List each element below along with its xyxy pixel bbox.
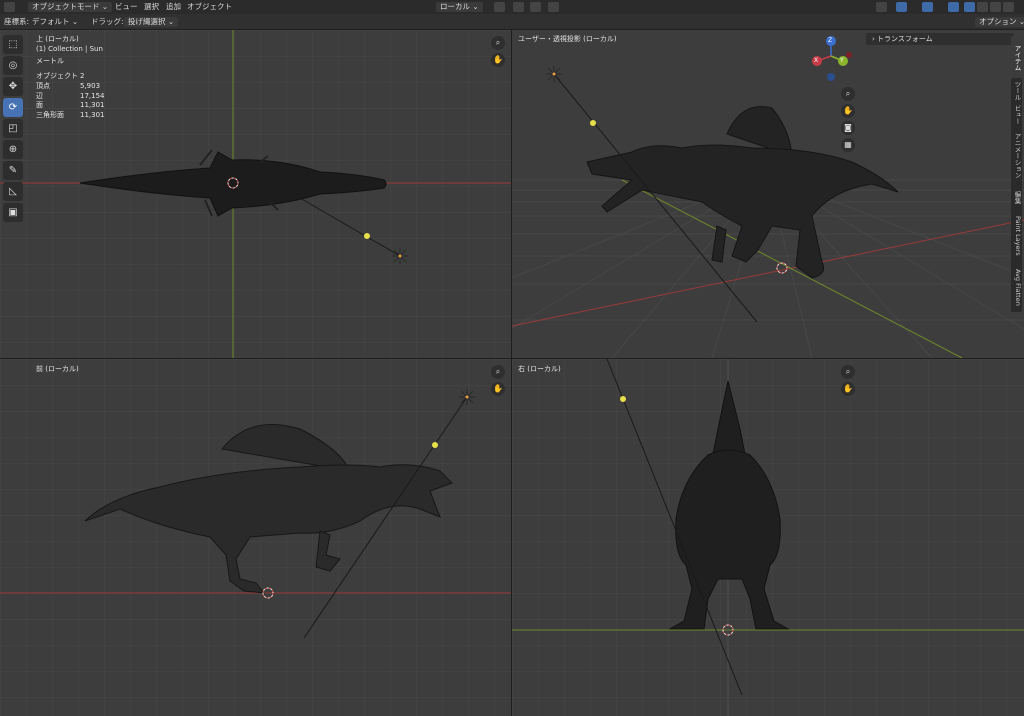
stat-row: オブジェクト 2 [36, 72, 105, 82]
viewport-top[interactable]: 上 (ローカル) (1) Collection | Sun メートル オブジェク… [0, 30, 511, 358]
header-bar: オブジェクトモード ⌄ ビュー 選択 追加 オブジェクト ローカル ⌄ [0, 0, 1024, 15]
transform-panel-header[interactable]: › トランスフォーム [866, 33, 1014, 45]
viewport-user[interactable]: ユーザー・透視投影 (ローカル) Z X Y ⌕ ✋ ◙ ▦ [512, 30, 1024, 358]
scale-tool-icon[interactable]: ◰ [3, 119, 23, 138]
tool-settings-bar: 座標系: デフォルト ⌄ ドラッグ: 投げ縄選択 ⌄ オプション ⌄ [0, 14, 1024, 30]
light-handle-dot [432, 442, 438, 448]
options-label: オプション [979, 17, 1017, 26]
hand-pan-icon[interactable]: ✋ [841, 104, 855, 118]
sidebar-tab-view[interactable]: ビュー [1011, 102, 1022, 128]
stat-label: 頂点 [36, 81, 50, 90]
stat-row: 三角形面 11,301 [36, 111, 105, 121]
gizmo-y-label: Y [840, 57, 844, 64]
gizmo-toggle-icon[interactable] [896, 2, 907, 12]
stat-label: 辺 [36, 91, 43, 100]
viewport-front-title: 前 (ローカル) [36, 365, 79, 373]
stat-row: 頂点 5,903 [36, 82, 105, 92]
pivot-icon[interactable] [494, 2, 505, 12]
vertical-divider[interactable] [511, 30, 512, 716]
options-dropdown[interactable]: オプション ⌄ [975, 17, 1024, 27]
camera-view-icon[interactable]: ◙ [841, 121, 855, 135]
stat-value: 11,301 [80, 101, 105, 110]
select-tool-icon[interactable]: ⬚ [3, 35, 23, 54]
transform-orientation-dropdown[interactable]: ローカル ⌄ [436, 2, 483, 12]
sidebar-tab-item[interactable]: アイテム [1011, 36, 1022, 80]
snap-icon[interactable] [513, 2, 524, 12]
object-mode-dropdown[interactable]: オブジェクトモード ⌄ [28, 2, 113, 12]
light-handle-dot [364, 233, 370, 239]
coord-system-dropdown[interactable]: デフォルト ⌄ [32, 17, 78, 27]
sidebar-tab-animation[interactable]: アニメーション [1011, 126, 1022, 186]
ortho-toggle-icon[interactable]: ▦ [841, 138, 855, 152]
solid-shading-icon[interactable] [977, 2, 988, 12]
xray-toggle-icon[interactable] [948, 2, 959, 12]
menu-view[interactable]: ビュー [115, 2, 138, 12]
viewport-right-canvas [512, 359, 1024, 716]
add-cube-tool-icon[interactable]: ▣ [3, 203, 23, 222]
stat-row: 辺 17,154 [36, 92, 105, 102]
zoom-icon[interactable]: ⌕ [841, 365, 855, 379]
cursor-tool-icon[interactable]: ◎ [3, 56, 23, 75]
sidebar-tab-tool[interactable]: ツール [1011, 78, 1022, 104]
rendered-shading-icon[interactable] [1003, 2, 1014, 12]
zoom-icon[interactable]: ⌕ [841, 87, 855, 101]
proportional-edit-icon[interactable] [548, 2, 559, 12]
rotate-tool-icon[interactable]: ⟳ [3, 98, 23, 117]
hand-pan-icon[interactable]: ✋ [841, 382, 855, 396]
stat-label: 三角形面 [36, 111, 64, 120]
sidebar-tab-edit[interactable]: 編集 [1011, 184, 1022, 210]
zoom-icon[interactable]: ⌕ [491, 365, 505, 379]
scene-stats: オブジェクト 2 頂点 5,903 辺 17,154 面 11,301 三角形面 11,3… [36, 72, 105, 121]
hand-pan-icon[interactable]: ✋ [491, 382, 505, 396]
object-mode-label: オブジェクトモード [32, 2, 100, 11]
light-handle-dot [590, 120, 596, 126]
stat-value: 5,903 [80, 81, 101, 90]
stat-label: 面 [36, 101, 43, 110]
editor-type-icon[interactable] [4, 2, 15, 12]
drag-dropdown[interactable]: 投げ縄選択 ⌄ [124, 17, 179, 27]
transform-panel-title: トランスフォーム [877, 35, 933, 43]
horizontal-divider[interactable] [0, 358, 1024, 359]
snap-settings-icon[interactable] [530, 2, 541, 12]
viewport-front-canvas [0, 359, 511, 716]
viewport-right[interactable]: 右 (ローカル) ⌕ ✋ [512, 359, 1024, 716]
collection-label: (1) Collection | Sun [36, 45, 103, 53]
orientation-label: ローカル [440, 2, 470, 11]
light-handle-dot [620, 396, 626, 402]
material-shading-icon[interactable] [990, 2, 1001, 12]
visibility-icon[interactable] [876, 2, 887, 12]
viewport-right-title: 右 (ローカル) [518, 365, 561, 373]
viewport-user-title: ユーザー・透視投影 (ローカル) [518, 35, 617, 43]
viewport-top-title: 上 (ローカル) [36, 35, 79, 43]
menu-select[interactable]: 選択 [144, 2, 159, 12]
zoom-icon[interactable]: ⌕ [491, 36, 505, 50]
stat-row: 面 11,301 [36, 101, 105, 111]
toolbar: ⬚ ◎ ✥ ⟳ ◰ ⊕ ✎ ◺ ▣ [3, 33, 27, 223]
wireframe-shading-icon[interactable] [964, 2, 975, 12]
menu-object[interactable]: オブジェクト [187, 2, 232, 12]
measure-tool-icon[interactable]: ◺ [3, 182, 23, 201]
overlay-toggle-icon[interactable] [922, 2, 933, 12]
unit-label: メートル [36, 57, 64, 65]
viewport-front[interactable]: 前 (ローカル) ⌕ ✋ [0, 359, 511, 716]
stat-value: 2 [80, 72, 85, 80]
drag-value: 投げ縄選択 [128, 17, 166, 26]
menu-add[interactable]: 追加 [166, 2, 181, 12]
gizmo-x-label: X [814, 57, 819, 64]
sidebar-tab-avg-flatten[interactable]: Avg Flatten [1011, 262, 1022, 312]
sidebar-tab-paint-layers[interactable]: Paint Layers [1011, 208, 1022, 264]
drag-label: ドラッグ: [91, 17, 124, 26]
move-tool-icon[interactable]: ✥ [3, 77, 23, 96]
transform-tool-icon[interactable]: ⊕ [3, 140, 23, 159]
annotate-tool-icon[interactable]: ✎ [3, 161, 23, 180]
hand-pan-icon[interactable]: ✋ [491, 53, 505, 67]
gizmo-z-label: Z [828, 37, 833, 44]
coord-system-label: 座標系: [4, 17, 30, 26]
coord-system-value: デフォルト [32, 17, 70, 26]
stat-value: 17,154 [80, 91, 105, 100]
viewport-user-canvas [512, 30, 1024, 358]
stat-label: オブジェクト [36, 72, 78, 80]
stat-value: 11,301 [80, 111, 105, 120]
